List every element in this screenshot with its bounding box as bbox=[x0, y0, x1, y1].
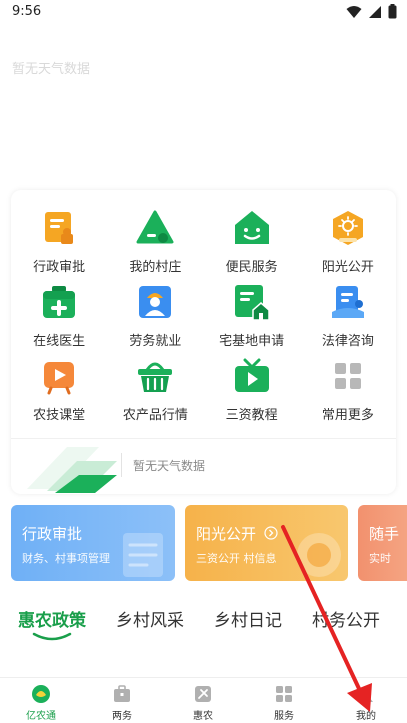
nav-item-profile[interactable]: 我的 bbox=[336, 684, 396, 722]
weather-divider bbox=[121, 453, 122, 477]
tab-rural-diary[interactable]: 乡村日记 bbox=[214, 606, 282, 631]
grid-label: 便民服务 bbox=[225, 260, 278, 275]
employment-icon bbox=[139, 286, 172, 318]
grid-label: 三资教程 bbox=[225, 408, 278, 423]
banner-title: 行政审批 bbox=[22, 525, 83, 543]
weather-text: 暂无天气数据 bbox=[133, 459, 206, 473]
banner-subtitle: 实时 bbox=[369, 552, 391, 565]
tab-huinong-policy[interactable]: 惠农政策 bbox=[18, 606, 86, 631]
legal-consult-icon bbox=[331, 286, 364, 318]
battery-icon bbox=[388, 4, 397, 19]
farm-icon bbox=[195, 686, 211, 702]
grid-label: 我的村庄 bbox=[129, 260, 182, 275]
document-decoration-icon bbox=[123, 533, 163, 577]
nav-label: 两务 bbox=[112, 711, 132, 722]
nav-label: 服务 bbox=[274, 711, 294, 722]
status-icons bbox=[346, 4, 397, 19]
grid-item-online-doctor[interactable]: 在线医生 bbox=[11, 282, 107, 356]
profile-icon bbox=[359, 687, 373, 702]
banner-sunshine-public[interactable]: 阳光公开 三资公开 村信息 bbox=[185, 505, 348, 581]
grid-item-admin-approval[interactable]: 行政审批 bbox=[11, 208, 107, 282]
grid-label: 行政审批 bbox=[33, 260, 86, 275]
weather-row: 暂无天气数据 bbox=[11, 438, 396, 494]
function-grid-card: 行政审批 我的村庄 便民服务 阳光公开 在线医生 劳务就业 宅基地申请 法律咨询… bbox=[11, 190, 396, 494]
grid-item-employment[interactable]: 劳务就业 bbox=[107, 282, 203, 356]
chevron-right-icon bbox=[264, 526, 278, 540]
grid-item-legal-consult[interactable]: 法律咨询 bbox=[300, 282, 396, 356]
nav-item-affairs[interactable]: 两务 bbox=[92, 684, 152, 722]
convenience-service-icon bbox=[234, 211, 269, 244]
banner-subtitle: 三资公开 村信息 bbox=[196, 552, 277, 565]
grid-label: 劳务就业 bbox=[129, 334, 182, 349]
bottom-navigation: 亿农通 两务 惠农 服务 我的 bbox=[0, 677, 407, 723]
active-tab-underline bbox=[32, 632, 72, 641]
grid-item-tutorial[interactable]: 三资教程 bbox=[204, 356, 300, 430]
weather-decoration-icon bbox=[27, 447, 117, 493]
grid-label: 宅基地申请 bbox=[219, 334, 285, 349]
my-village-icon bbox=[136, 210, 174, 244]
online-doctor-icon bbox=[43, 286, 76, 318]
wifi-icon bbox=[346, 5, 362, 18]
grid-label: 法律咨询 bbox=[321, 334, 374, 349]
nav-label: 惠农 bbox=[193, 711, 213, 722]
admin-approval-icon bbox=[45, 212, 74, 244]
market-basket-icon bbox=[138, 362, 173, 392]
banner-subtitle: 财务、村事项管理 bbox=[22, 552, 110, 565]
tutorial-tv-icon bbox=[234, 358, 269, 392]
nav-label: 亿农通 bbox=[26, 711, 56, 722]
grid-label: 常用更多 bbox=[321, 408, 374, 423]
status-time: 9:56 bbox=[12, 4, 42, 19]
status-bar: 9:56 bbox=[0, 0, 407, 26]
grid-item-convenience-service[interactable]: 便民服务 bbox=[204, 208, 300, 282]
banner-title: 阳光公开 bbox=[196, 525, 257, 543]
grid-label: 在线医生 bbox=[33, 334, 86, 349]
grid-label: 农技课堂 bbox=[33, 408, 86, 423]
signal-icon bbox=[369, 5, 381, 18]
function-grid: 行政审批 我的村庄 便民服务 阳光公开 在线医生 劳务就业 宅基地申请 法律咨询… bbox=[11, 208, 396, 430]
news-category-tabs: 惠农政策 乡村风采 乡村日记 村务公开 bbox=[0, 596, 407, 646]
nav-item-home[interactable]: 亿农通 bbox=[11, 684, 71, 722]
more-grid-icon bbox=[334, 363, 361, 389]
grid-label: 阳光公开 bbox=[321, 260, 374, 275]
tab-village-affairs[interactable]: 村务公开 bbox=[312, 606, 380, 631]
briefcase-icon bbox=[114, 685, 130, 702]
sunshine-public-icon bbox=[332, 211, 363, 245]
grid-item-agri-class[interactable]: 农技课堂 bbox=[11, 356, 107, 430]
banner-admin-approval[interactable]: 行政审批 财务、村事项管理 bbox=[11, 505, 175, 581]
grid-label: 农产品行情 bbox=[122, 408, 188, 423]
grid-item-homestead[interactable]: 宅基地申请 bbox=[204, 282, 300, 356]
nav-item-huinong[interactable]: 惠农 bbox=[173, 684, 233, 722]
grid-item-sunshine-public[interactable]: 阳光公开 bbox=[300, 208, 396, 282]
grid-item-my-village[interactable]: 我的村庄 bbox=[107, 208, 203, 282]
grid-item-more[interactable]: 常用更多 bbox=[300, 356, 396, 430]
nav-label: 我的 bbox=[356, 711, 376, 722]
homestead-icon bbox=[234, 285, 270, 321]
banner-carousel: 行政审批 财务、村事项管理 阳光公开 三资公开 村信息 随手 实时 bbox=[11, 505, 407, 581]
tab-rural-style[interactable]: 乡村风采 bbox=[116, 606, 184, 631]
grid-icon bbox=[276, 686, 292, 702]
grid-item-market-price[interactable]: 农产品行情 bbox=[107, 356, 203, 430]
agri-class-icon bbox=[44, 362, 75, 395]
sun-decoration-icon bbox=[297, 533, 341, 577]
home-logo-icon bbox=[32, 685, 50, 703]
banner-title: 随手 bbox=[369, 525, 400, 543]
nav-item-service[interactable]: 服务 bbox=[254, 684, 314, 722]
banner-third[interactable]: 随手 实时 bbox=[358, 505, 407, 581]
weather-status-top: 暂无天气数据 bbox=[12, 62, 91, 77]
